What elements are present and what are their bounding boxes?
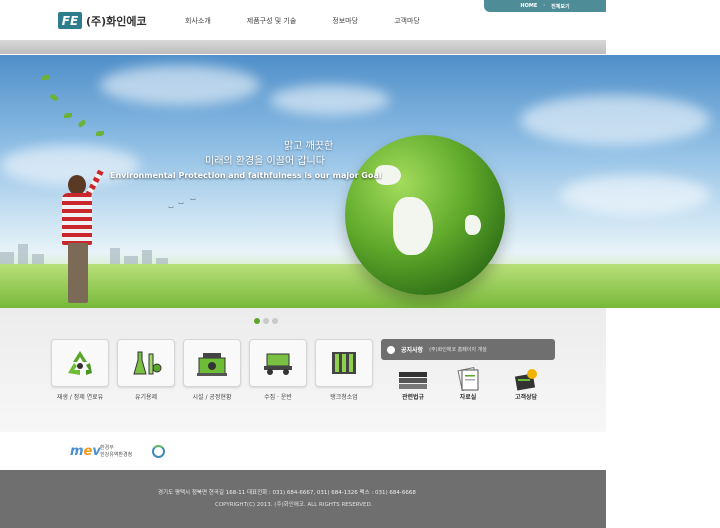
header-divider (0, 40, 606, 54)
nav-item-company[interactable]: 회사소개 (185, 16, 211, 26)
facility-icon (197, 353, 227, 376)
leaf-icon (96, 131, 104, 136)
quick-link-laws[interactable] (393, 366, 433, 392)
home-link[interactable]: HOME (520, 3, 537, 9)
service-button-facility[interactable] (183, 339, 241, 387)
site-logo[interactable]: FE (주)화인에코 (58, 12, 147, 29)
leaf-icon (64, 113, 72, 118)
recycle-icon (68, 351, 92, 375)
globe-image (345, 135, 505, 295)
mev-logo[interactable]: mev (70, 444, 101, 459)
nav-item-products[interactable]: 제품구성 및 기술 (247, 16, 297, 26)
cloud (100, 65, 260, 105)
mev-logo-e: e (83, 444, 93, 459)
quick-link-label: 자료실 (459, 394, 477, 401)
sitemap-link[interactable]: 전체보기 (551, 3, 569, 10)
hero-line1: 맑고 깨끗한 (284, 141, 334, 152)
hero-line2: 미래의 환경을 이끌어 갑니다 (205, 156, 325, 167)
service-button-fuel[interactable] (51, 339, 109, 387)
cloud (270, 85, 390, 115)
child-head (68, 175, 86, 195)
slider-dot-3[interactable] (272, 318, 278, 324)
consult-icon (514, 369, 537, 391)
slider-pagination (254, 318, 278, 324)
grass-field (0, 264, 720, 308)
quick-link-archive[interactable] (448, 366, 488, 392)
footer-address: 경기도 평택시 청북면 현곡길 168-11 대표전화 : 031) 684-6… (158, 490, 416, 496)
mev-agency-label: 한강유역환경청 (100, 452, 133, 458)
util-separator: · (543, 3, 546, 9)
bird-icon: ︶ (190, 199, 197, 206)
service-button-transport[interactable] (249, 339, 307, 387)
hero-slogan: Environmental Protection and faithfulnes… (110, 171, 382, 180)
documents-icon (457, 367, 479, 391)
notice-bullet-icon (387, 345, 395, 354)
notice-bar[interactable]: 공지사항 (주)화인에코 홈페이지 개설 (381, 339, 555, 360)
quick-link-consult[interactable] (506, 366, 546, 392)
partner-logo-icon[interactable] (152, 445, 165, 458)
hero-banner: ︶ ︶ ︶ 맑고 깨끗한 미래의 환경을 이끌어 갑니다 Environment… (0, 55, 720, 308)
quick-link-label: 고객상담 (514, 394, 538, 401)
cloud (560, 175, 710, 215)
quick-link-label: 관련법규 (401, 394, 425, 401)
service-label: 탱크청소업 (330, 394, 358, 401)
cloud (520, 95, 710, 145)
bird-icon: ︶ (168, 207, 175, 214)
service-button-tank[interactable] (315, 339, 373, 387)
flask-icon (133, 351, 162, 375)
globe-continent (393, 197, 433, 255)
leaf-icon (77, 119, 87, 128)
site-footer (0, 470, 606, 528)
footer-copyright: COPYRIGHT(C) 2013. (주)화인에코. ALL RIGHTS R… (215, 502, 373, 508)
utility-bar: HOME · 전체보기 (484, 0, 606, 12)
nav-item-customer[interactable]: 고객마당 (394, 16, 420, 26)
child-figure (58, 169, 104, 307)
books-icon (399, 372, 427, 389)
main-nav: 회사소개 제품구성 및 기술 정보마당 고객마당 (185, 16, 456, 26)
child-body (62, 193, 92, 245)
logo-mark: FE (58, 12, 82, 29)
leaf-icon (42, 75, 50, 80)
notice-title: 공지사항 (401, 347, 424, 354)
notice-item[interactable]: (주)화인에코 홈페이지 개설 (429, 346, 487, 353)
slider-dot-2[interactable] (263, 318, 269, 324)
site-header: HOME · 전체보기 FE (주)화인에코 회사소개 제품구성 및 기술 정보… (0, 0, 606, 42)
mev-ministry-label: 환경부 (100, 445, 114, 451)
truck-icon (264, 353, 292, 375)
child-legs (68, 243, 88, 303)
slider-dot-1[interactable] (254, 318, 260, 324)
service-button-solvent[interactable] (117, 339, 175, 387)
globe-continent (465, 215, 481, 235)
nav-item-info[interactable]: 정보마당 (332, 16, 358, 26)
logo-text: (주)화인에코 (86, 14, 147, 28)
leaf-icon (49, 93, 59, 102)
bird-icon: ︶ (178, 203, 185, 210)
tank-icon (332, 352, 356, 374)
